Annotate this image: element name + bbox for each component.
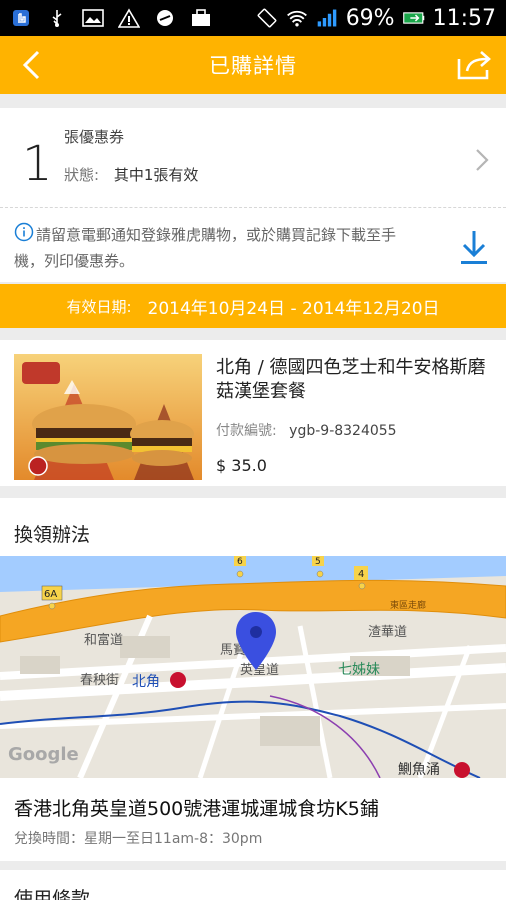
validity-banner: 有效日期: 2014年10月24日 - 2014年12月20日 (0, 284, 506, 328)
sync-icon (154, 8, 176, 28)
clock: 11:57 (432, 5, 496, 31)
location-map[interactable]: 6A 6 5 4 和富道 春秧街 馬寶 英皇道 渣華道 東區走廊 北角 七姊妹 … (0, 556, 506, 778)
validity-range: 2014年10月24日 - 2014年12月20日 (147, 298, 440, 319)
chevron-right-icon[interactable] (470, 144, 494, 176)
battery-percent: 69% (345, 5, 395, 31)
share-icon (457, 51, 491, 80)
map-label-northpoint: 北角 (132, 674, 160, 690)
download-notice: 請留意電郵通知登錄雅虎購物，或於購買記錄下載至手機，列印優惠券。 (0, 208, 506, 282)
map-label-highway: 東區走廊 (390, 599, 426, 611)
coupon-summary[interactable]: 1 張優惠券 狀態: 其中1張有效 (0, 108, 506, 208)
map-label-chunyeung: 春秧街 (80, 673, 119, 688)
map-label-sevensisters: 七姊妹 (338, 662, 380, 678)
page-title: 已購詳情 (209, 54, 297, 78)
chevron-left-icon (22, 50, 40, 80)
validity-label: 有效日期: (66, 297, 132, 316)
redeem-section: 換領辦法 6A 6 5 4 和富道 春秧街 馬寶 英皇道 渣華道 東區走廊 北角… (0, 498, 506, 861)
touch-icon (10, 8, 32, 28)
battery-charging-icon (402, 8, 425, 28)
signal-icon (316, 8, 338, 28)
coupon-label: 張優惠券 (64, 128, 125, 146)
coupon-status: 狀態: 其中1張有效 (64, 164, 198, 185)
status-key: 狀態: (64, 166, 100, 184)
vibrate-icon (256, 8, 278, 28)
payment-value: ygb-9-8324055 (289, 423, 397, 439)
map-label-tsunwah: 渣華道 (368, 625, 407, 640)
status-value: 其中1張有效 (113, 166, 199, 184)
product-card[interactable]: 北角 / 德國四色芝士和牛安格斯磨菇漢堡套餐 付款編號: ygb-9-83240… (0, 340, 506, 486)
gallery-icon (82, 8, 104, 28)
map-label-hohfung: 和富道 (84, 632, 123, 648)
store-address: 香港北角英皇道500號港運城運城食坊K5鋪 (14, 798, 379, 820)
product-image (14, 354, 202, 480)
coupon-count: 1 (22, 136, 53, 192)
payment-number: 付款編號: ygb-9-8324055 (216, 420, 397, 440)
map-label-quarrybay: 鰂魚涌 (398, 762, 440, 778)
status-bar: 69% 11:57 (0, 0, 506, 36)
warning-icon (118, 8, 140, 28)
redeem-hours: 兌換時間：星期一至日11am-8：30pm (14, 831, 263, 847)
map-exit-6: 6 (237, 557, 243, 567)
product-name: 北角 / 德國四色芝士和牛安格斯磨菇漢堡套餐 (216, 357, 486, 402)
google-logo: Google (8, 744, 79, 765)
back-button[interactable] (14, 48, 48, 82)
briefcase-icon (190, 8, 212, 28)
map-exit-5: 5 (315, 557, 321, 567)
terms-section: 使用條款 (0, 870, 506, 900)
download-icon (461, 231, 487, 264)
payment-key: 付款編號: (216, 423, 277, 439)
terms-title: 使用條款 (14, 888, 91, 900)
map-exit-6a: 6A (44, 589, 57, 600)
redeem-title: 換領辦法 (14, 524, 91, 546)
map-exit-4: 4 (358, 569, 364, 580)
notice-text: 請留意電郵通知登錄雅虎購物，或於購買記錄下載至手機，列印優惠券。 (14, 226, 397, 270)
wifi-icon (286, 8, 308, 28)
app-bar: 已購詳情 (0, 36, 506, 94)
download-button[interactable] (458, 228, 490, 268)
share-button[interactable] (454, 46, 494, 84)
product-price: $ 35.0 (216, 456, 267, 475)
usb-icon (46, 8, 68, 28)
